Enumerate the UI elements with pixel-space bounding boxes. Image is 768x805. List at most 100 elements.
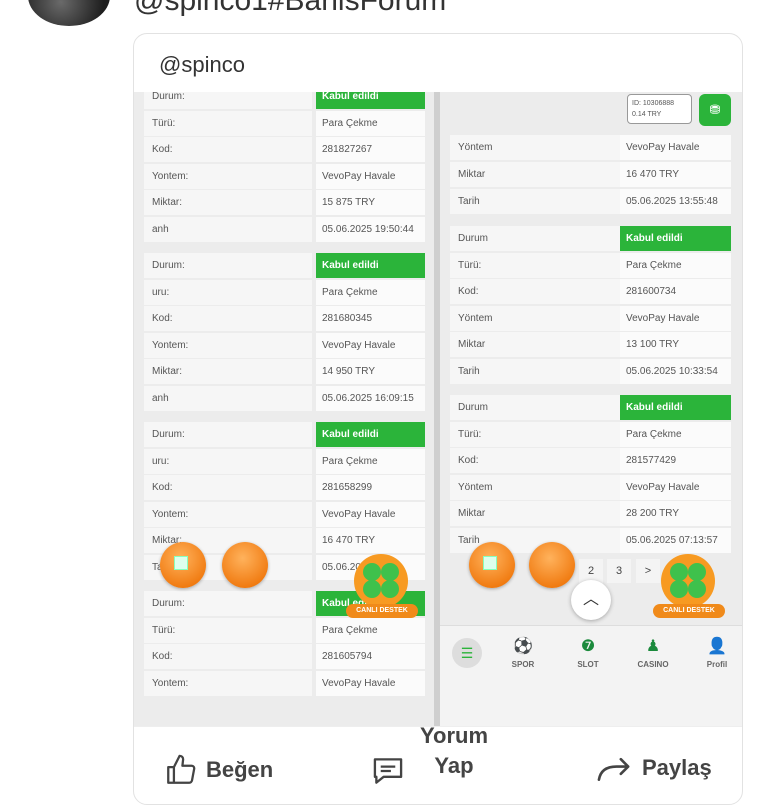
nav-casino[interactable]: ♟ CASINO — [628, 636, 678, 669]
broken-image-icon — [483, 556, 497, 570]
live-support-widget[interactable]: CANLI DESTEK — [653, 554, 725, 626]
row-key: Tarih — [450, 359, 620, 384]
nav-slot[interactable]: ❼ SLOT — [563, 636, 613, 669]
row-value: 05.06.2025 13:55:48 — [620, 189, 731, 214]
nav-label: SPOR — [511, 660, 535, 669]
row-key: Yontem: — [144, 332, 312, 358]
orange-float-button[interactable] — [160, 542, 206, 588]
row-value: VevoPay Havale — [620, 474, 731, 500]
row-key: Tarih — [450, 189, 620, 214]
status-badge: Kabul edildi — [316, 92, 425, 109]
row-key: Türü: — [450, 421, 620, 447]
status-badge: Kabul edildi — [316, 422, 425, 447]
avatar[interactable] — [28, 0, 110, 26]
row-value: 16 470 TRY — [620, 162, 731, 187]
user-icon: 👤 — [707, 638, 727, 655]
row-value: VevoPay Havale — [620, 135, 731, 160]
row-key: Yontem: — [144, 163, 312, 189]
status-badge: Kabul edildi — [316, 253, 425, 278]
share-arrow-icon — [597, 757, 630, 782]
row-key: Türü: — [450, 252, 620, 278]
chess-piece-icon: ♟ — [645, 638, 661, 655]
row-key: Kod: — [450, 279, 620, 305]
orange-float-button[interactable] — [469, 542, 515, 588]
nav-label: CASINO — [637, 660, 669, 669]
row-key: Kod: — [144, 644, 312, 670]
balance-line: 0.14 TRY — [632, 111, 662, 118]
row-value: Para Çekme — [620, 252, 731, 278]
row-key: Türü: — [144, 617, 312, 643]
row-value: 281577429 — [620, 448, 731, 474]
live-support-widget[interactable]: CANLI DESTEK — [346, 554, 418, 626]
row-key: anh — [144, 386, 312, 411]
share-label: Paylaş — [642, 755, 712, 780]
row-key: Durum: — [144, 422, 312, 447]
row-value: VevoPay Havale — [620, 305, 731, 331]
like-button[interactable]: Beğen — [164, 753, 273, 787]
menu-icon[interactable]: ☰ — [452, 638, 482, 668]
status-badge: Kabul edildi — [620, 395, 731, 420]
nav-spor[interactable]: ⚽ SPOR — [498, 636, 548, 669]
row-value: VevoPay Havale — [316, 332, 425, 358]
row-key: Miktar — [450, 501, 620, 527]
page-3[interactable]: 3 — [607, 559, 631, 583]
row-key: Kod: — [144, 475, 312, 501]
status-badge: Kabul edildi — [620, 226, 731, 251]
money-icon[interactable]: ⛃ — [699, 94, 731, 126]
row-value: 05.06.2025 19:50:44 — [316, 217, 425, 242]
scroll-up-icon[interactable]: ︿ — [571, 580, 611, 620]
comment-button[interactable] — [370, 755, 414, 787]
share-button[interactable]: Paylaş — [596, 753, 712, 783]
row-key: Durum: — [144, 591, 312, 616]
row-key: Yöntem — [450, 135, 620, 160]
row-value: 05.06.2025 07:13:57 — [620, 528, 731, 553]
row-value: 14 950 TRY — [316, 359, 425, 385]
post-author-handle[interactable]: @spinco1#BahisForum — [134, 0, 446, 18]
broken-image-icon — [174, 556, 188, 570]
row-value: 281827267 — [316, 137, 425, 163]
row-value: 28 200 TRY — [620, 501, 731, 527]
row-key: Kod: — [144, 306, 312, 332]
row-key: Yöntem — [450, 305, 620, 331]
post-actions: Beğen Yorum Yap Paylaş — [134, 723, 742, 804]
row-key: Kod: — [144, 137, 312, 163]
bottom-nav: ☰ ⚽ SPOR ❼ SLOT ♟ CASINO 👤 Profil — [440, 625, 742, 726]
embedded-screenshot[interactable]: Yontem: VevoPay Havale Kod: 281605794 Türü: P… — [134, 92, 742, 726]
row-key: Yontem: — [144, 670, 312, 696]
row-key: uru: — [144, 279, 312, 305]
nav-profil[interactable]: 👤 Profil — [692, 636, 742, 669]
row-value: 13 100 TRY — [620, 332, 731, 358]
row-value: 05.06.2025 16:09:15 — [316, 386, 425, 411]
left-pane: Yontem: VevoPay Havale Kod: 281605794 Türü: P… — [134, 92, 434, 726]
row-key: Miktar: — [144, 359, 312, 385]
row-key: anh — [144, 217, 312, 242]
row-key: Yöntem — [450, 474, 620, 500]
row-key: Miktar — [450, 162, 620, 187]
card-handle: @spinco — [159, 52, 245, 77]
comment-label[interactable]: Yorum Yap — [414, 721, 494, 781]
row-value: Para Çekme — [620, 421, 731, 447]
row-value: 05.06.2025 10:33:54 — [620, 359, 731, 384]
row-value: 15 875 TRY — [316, 190, 425, 216]
clover-icon — [661, 554, 715, 608]
orange-float-button[interactable] — [529, 542, 575, 588]
live-support-label: CANLI DESTEK — [653, 604, 725, 618]
slot-seven-icon: ❼ — [580, 638, 596, 655]
row-value: 281600734 — [620, 279, 731, 305]
row-key: Durum — [450, 226, 620, 251]
row-value: VevoPay Havale — [316, 501, 425, 527]
clover-icon — [354, 554, 408, 608]
row-value: VevoPay Havale — [316, 163, 425, 189]
like-label: Beğen — [206, 757, 274, 782]
row-key: Miktar: — [144, 190, 312, 216]
row-key: Kod: — [450, 448, 620, 474]
orange-float-button[interactable] — [222, 542, 268, 588]
row-value: 281605794 — [316, 644, 425, 670]
right-pane: Tarih 05.06.2025 07:13:57 Miktar 28 200 TRY… — [440, 92, 742, 726]
row-key: Türü: — [144, 110, 312, 136]
row-value: 16 470 TRY — [316, 528, 425, 554]
nav-label: Profil — [706, 660, 728, 669]
row-key: Miktar — [450, 332, 620, 358]
row-value: 281680345 — [316, 306, 425, 332]
row-key: Yontem: — [144, 501, 312, 527]
